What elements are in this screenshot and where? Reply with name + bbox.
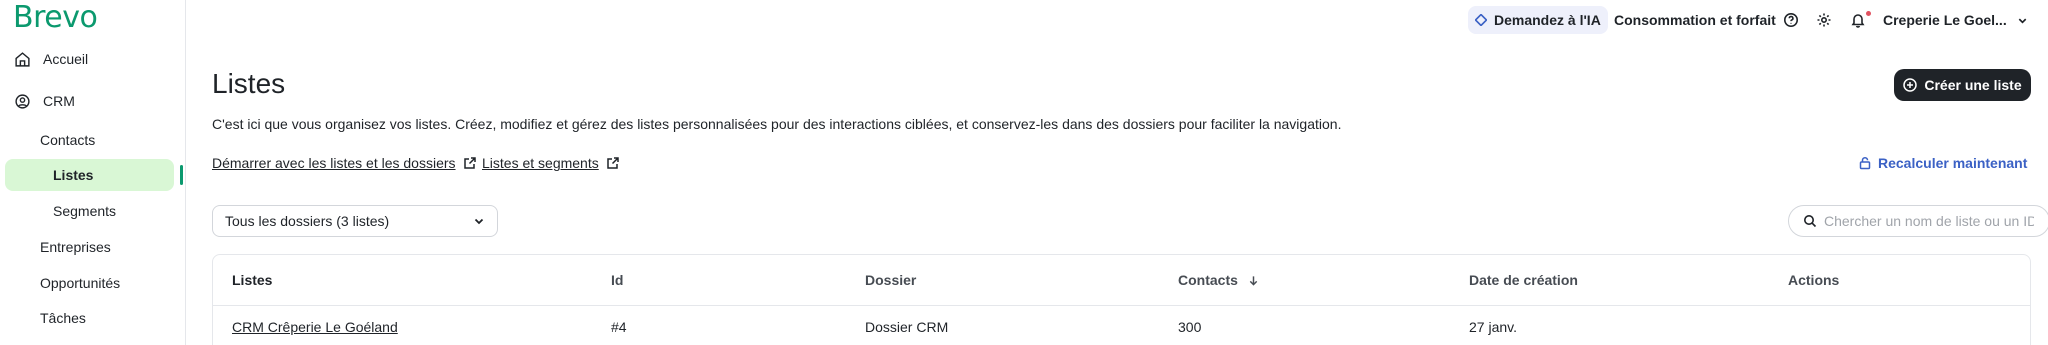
sidebar-item-entreprises[interactable]: Entreprises	[40, 231, 111, 263]
account-menu[interactable]: Creperie Le Goel...	[1883, 6, 2028, 34]
column-header-id[interactable]: Id	[611, 272, 623, 288]
sidebar-item-label: Tâches	[40, 310, 86, 326]
recalculate-button[interactable]: Recalculer maintenant	[1858, 155, 2027, 171]
app-root: Brevo Accueil CRM Contacts Listes Segmen…	[0, 0, 2048, 345]
column-header-label: Contacts	[1178, 272, 1238, 288]
user-circle-icon	[15, 93, 30, 109]
column-header-contacts[interactable]: Contacts	[1178, 272, 1259, 288]
help-link-label: Démarrer avec les listes et les dossiers	[212, 155, 456, 171]
ask-ai-label: Demandez à l'IA	[1494, 12, 1601, 28]
folder-filter-value: Tous les dossiers (3 listes)	[225, 213, 390, 229]
ai-diamond-icon	[1475, 14, 1487, 26]
plus-circle-icon	[1903, 78, 1918, 92]
notification-badge	[1866, 11, 1871, 16]
sidebar-item-label: Opportunités	[40, 275, 121, 291]
sidebar-item-opportunites[interactable]: Opportunités	[40, 267, 120, 299]
list-search[interactable]	[1788, 205, 2048, 237]
table-cell-date: 27 janv.	[1469, 319, 1517, 335]
settings-icon[interactable]	[1816, 12, 1832, 28]
sidebar-item-contacts[interactable]: Contacts	[40, 124, 95, 156]
folder-filter-select[interactable]: Tous les dossiers (3 listes)	[212, 205, 498, 237]
sidebar-item-accueil[interactable]: Accueil	[14, 43, 88, 75]
column-header-date[interactable]: Date de création	[1469, 272, 1578, 288]
table-cell-folder: Dossier CRM	[865, 319, 949, 335]
usage-plan-link[interactable]: Consommation et forfait	[1614, 6, 1776, 34]
sidebar-active-indicator	[180, 165, 183, 185]
external-link-icon	[606, 157, 619, 169]
help-icon[interactable]	[1783, 12, 1799, 28]
help-link-label: Listes et segments	[482, 155, 599, 171]
arrow-down-icon	[1249, 276, 1258, 286]
home-icon	[15, 51, 30, 67]
sidebar-item-label: Listes	[53, 167, 94, 183]
sidebar-item-segments[interactable]: Segments	[53, 195, 116, 227]
bell-icon[interactable]	[1850, 12, 1866, 28]
chevron-down-icon	[474, 218, 484, 225]
table-cell-contacts: 300	[1178, 319, 1202, 335]
table-cell-list-name[interactable]: CRM Crêperie Le Goéland	[232, 319, 398, 335]
external-link-icon	[463, 157, 476, 169]
page-description: C'est ici que vous organisez vos listes.…	[212, 116, 1342, 132]
sidebar-item-label: Contacts	[40, 132, 96, 148]
account-name: Creperie Le Goel...	[1883, 12, 2007, 28]
create-list-button[interactable]: Créer une liste	[1894, 69, 2031, 101]
sidebar-item-label: Accueil	[43, 51, 89, 67]
lists-table	[212, 254, 2031, 345]
help-link-lists-segments[interactable]: Listes et segments	[482, 155, 620, 171]
table-cell-id: #4	[611, 319, 627, 335]
sidebar-item-listes[interactable]: Listes	[53, 159, 93, 191]
search-icon	[1804, 215, 1817, 228]
table-divider	[213, 305, 2030, 306]
search-input[interactable]	[1824, 213, 2034, 229]
brevo-logo[interactable]: Brevo	[13, 0, 98, 35]
column-header-dossier[interactable]: Dossier	[865, 272, 916, 288]
chevron-down-icon	[2018, 18, 2027, 24]
ask-ai-button[interactable]: Demandez à l'IA	[1468, 6, 1608, 34]
sidebar-item-label: CRM	[43, 93, 75, 109]
recalculate-label: Recalculer maintenant	[1878, 155, 2028, 171]
lock-icon	[1859, 156, 1871, 170]
sidebar: Brevo Accueil CRM Contacts Listes Segmen…	[0, 0, 186, 345]
sidebar-item-label: Entreprises	[40, 239, 111, 255]
sidebar-item-crm[interactable]: CRM	[14, 85, 75, 117]
create-list-label: Créer une liste	[1924, 77, 2022, 93]
column-header-actions: Actions	[1788, 272, 1840, 288]
column-header-listes[interactable]: Listes	[232, 272, 272, 288]
sidebar-item-label: Segments	[53, 203, 117, 219]
page-title: Listes	[212, 68, 286, 99]
help-link-getting-started[interactable]: Démarrer avec les listes et les dossiers	[212, 155, 477, 171]
sidebar-item-taches[interactable]: Tâches	[40, 302, 86, 334]
